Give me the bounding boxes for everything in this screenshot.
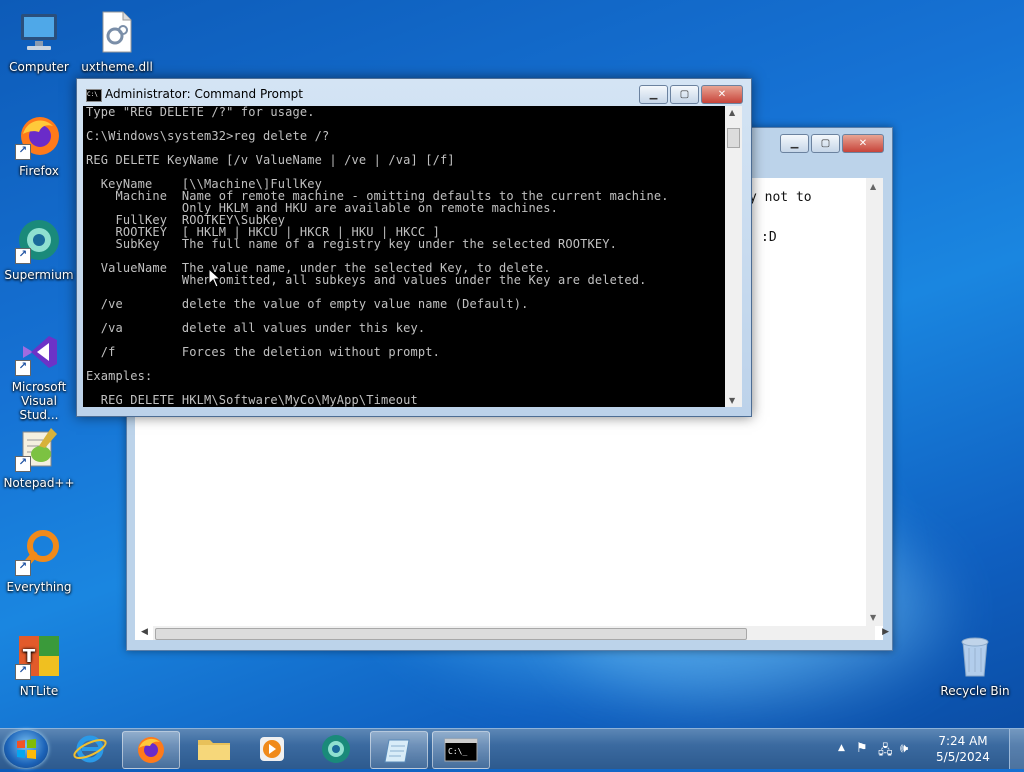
scroll-down-icon[interactable]: ▼ [729, 396, 735, 405]
scroll-up-icon[interactable]: ▲ [870, 182, 876, 191]
clock-date: 5/5/2024 [936, 750, 990, 764]
desktop-icon-label: NTLite [19, 684, 59, 698]
ntlite-icon: T ↗ [15, 632, 63, 680]
notepadpp-icon: ↗ [15, 424, 63, 472]
shortcut-arrow-icon: ↗ [15, 560, 31, 576]
desktop-icon-ntlite[interactable]: T ↗ NTLite [0, 632, 78, 698]
taskbar-item-firefox[interactable] [122, 731, 180, 769]
computer-icon [15, 8, 63, 56]
scroll-up-icon[interactable]: ▲ [729, 108, 735, 117]
clock-time: 7:24 AM [938, 734, 988, 748]
action-center-flag-icon[interactable]: ⚑ [856, 741, 868, 756]
desktop-icon-computer[interactable]: Computer [0, 8, 78, 74]
clock[interactable]: 7:24 AM 5/5/2024 [928, 733, 998, 765]
minimize-button[interactable]: ▁ [639, 85, 668, 104]
desktop-icon-recycle-bin[interactable]: Recycle Bin [936, 632, 1014, 698]
console-scroll-thumb[interactable] [727, 128, 740, 148]
visual-studio-icon: ↗ [15, 328, 63, 376]
desktop-icon-visual-studio[interactable]: ↗ Microsoft Visual Stud... [0, 328, 78, 422]
desktop-icon-label: Supermium [4, 268, 74, 282]
taskbar: C:\_ ▲ ⚑ 🖧 🕪 7:24 AM 5/5/2024 [0, 728, 1024, 769]
shortcut-arrow-icon: ↗ [15, 360, 31, 376]
volume-icon[interactable]: 🕪 [900, 741, 908, 756]
taskbar-item-notepad[interactable] [370, 731, 428, 769]
shortcut-arrow-icon: ↗ [15, 144, 31, 160]
show-hidden-icons-chevron-icon[interactable]: ▲ [838, 743, 845, 753]
ie-icon [73, 735, 107, 763]
window-caption-buttons: ▁ ▢ ✕ [778, 134, 884, 153]
mouse-cursor-icon [208, 268, 220, 288]
cmd-icon: C:\_ [444, 738, 478, 762]
system-tray: ▲ ⚑ 🖧 🕪 7:24 AM 5/5/2024 [834, 729, 1024, 769]
firefox-icon [138, 737, 164, 763]
desktop-icon-label: Firefox [19, 164, 59, 178]
maximize-button[interactable]: ▢ [811, 134, 840, 153]
horizontal-scrollbar[interactable]: ◀ ▶ [141, 626, 889, 640]
firefox-icon: ↗ [15, 112, 63, 160]
notepad-icon [384, 739, 410, 763]
command-prompt-window[interactable]: C:\ Administrator: Command Prompt ▁ ▢ ✕ … [76, 78, 752, 417]
console-vertical-scrollbar[interactable]: ▲ ▼ [725, 106, 742, 407]
everything-icon: ↗ [15, 528, 63, 576]
maximize-button[interactable]: ▢ [670, 85, 699, 104]
scroll-right-icon[interactable]: ▶ [882, 627, 889, 637]
folder-icon [198, 740, 230, 760]
desktop-icon-label: Everything [6, 580, 72, 594]
desktop-icon-label: uxtheme.dll [81, 60, 153, 74]
taskbar-item-file-explorer[interactable] [186, 731, 242, 767]
supermium-icon: ↗ [15, 216, 63, 264]
start-button[interactable] [4, 730, 48, 768]
svg-text:C:\_: C:\_ [448, 747, 467, 756]
scroll-left-icon[interactable]: ◀ [141, 627, 148, 637]
window-caption-buttons: ▁ ▢ ✕ [637, 85, 743, 104]
console-text: Type "REG DELETE /?" for usage. C:\Windo… [86, 106, 669, 407]
supermium-icon [322, 735, 350, 763]
desktop-icon-everything[interactable]: ↗ Everything [0, 528, 78, 594]
media-player-icon [260, 737, 284, 761]
taskbar-item-supermium[interactable] [308, 731, 364, 767]
close-button[interactable]: ✕ [701, 85, 743, 104]
desktop-icon-label: Recycle Bin [940, 684, 1010, 698]
desktop-icon-uxtheme[interactable]: uxtheme.dll [78, 8, 156, 74]
desktop-icon-label: Microsoft Visual Stud... [11, 380, 67, 422]
network-icon[interactable]: 🖧 [878, 741, 893, 763]
vertical-scrollbar[interactable]: ▲ ▼ [866, 178, 883, 626]
shortcut-arrow-icon: ↗ [15, 248, 31, 264]
close-button[interactable]: ✕ [842, 134, 884, 153]
cmd-icon: C:\ [86, 89, 102, 102]
minimize-button[interactable]: ▁ [780, 134, 809, 153]
shortcut-arrow-icon: ↗ [15, 664, 31, 680]
editor-text-line: :D [761, 230, 777, 245]
desktop-icon-notepadpp[interactable]: ↗ Notepad++ [0, 424, 78, 490]
console-output[interactable]: Type "REG DELETE /?" for usage. C:\Windo… [83, 106, 725, 407]
editor-text-line: y not to [749, 190, 812, 205]
window-title: Administrator: Command Prompt [105, 87, 303, 101]
taskbar-item-command-prompt[interactable]: C:\_ [432, 731, 490, 769]
horizontal-scroll-thumb[interactable] [155, 628, 747, 640]
recycle-bin-icon [951, 632, 999, 680]
desktop-icon-label: Notepad++ [3, 476, 75, 490]
taskbar-item-media-player[interactable] [244, 731, 300, 767]
taskbar-item-internet-explorer[interactable] [62, 731, 118, 767]
scroll-down-icon[interactable]: ▼ [870, 613, 876, 622]
dll-file-icon [93, 8, 141, 56]
desktop-icon-supermium[interactable]: ↗ Supermium [0, 216, 78, 282]
desktop: Computer uxtheme.dll ↗ Firefox ↗ Supermi… [0, 0, 1024, 728]
show-desktop-button[interactable] [1009, 729, 1024, 769]
desktop-icon-label: Computer [9, 60, 69, 74]
desktop-icon-firefox[interactable]: ↗ Firefox [0, 112, 78, 178]
shortcut-arrow-icon: ↗ [15, 456, 31, 472]
windows-logo-icon [17, 739, 36, 759]
